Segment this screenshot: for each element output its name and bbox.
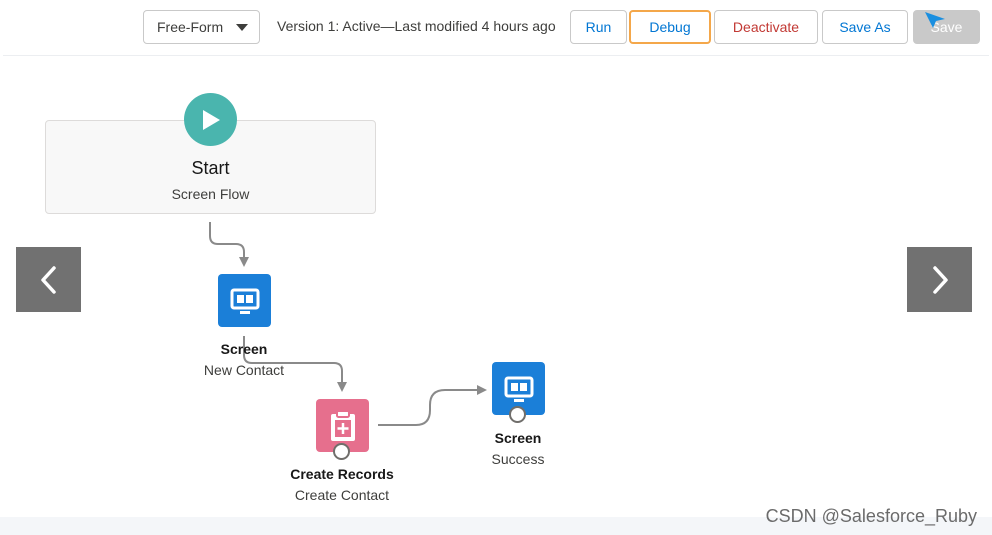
node-type-label: Screen xyxy=(220,341,268,357)
screen-icon xyxy=(504,376,533,402)
previous-button[interactable] xyxy=(16,247,81,312)
toolbar: Free-Form Version 1: Active—Last modifie… xyxy=(0,0,992,52)
play-icon xyxy=(202,109,220,130)
caret-down-icon xyxy=(236,24,248,31)
node-name-label: Create Contact xyxy=(294,487,390,503)
node-type-label: Create Records xyxy=(290,466,394,482)
node-type-label: Screen xyxy=(494,430,542,446)
chevron-left-icon xyxy=(40,265,56,294)
start-subtitle: Screen Flow xyxy=(171,186,250,202)
start-title: Start xyxy=(191,158,230,178)
deactivate-button[interactable]: Deactivate xyxy=(714,10,818,44)
node-name-label: Success xyxy=(491,451,545,467)
run-button[interactable]: Run xyxy=(570,10,627,44)
node-name-label: New Contact xyxy=(203,362,285,378)
watermark-text: CSDN @Salesforce_Ruby xyxy=(765,506,977,526)
version-status: Version 1: Active—Last modified 4 hours … xyxy=(277,18,556,34)
save-button[interactable]: Save xyxy=(913,10,980,44)
next-button[interactable] xyxy=(907,247,972,312)
layout-select-value: Free-Form xyxy=(157,19,224,35)
chevron-right-icon xyxy=(932,265,948,294)
debug-button[interactable]: Debug xyxy=(629,10,711,44)
screen-node-new-contact[interactable] xyxy=(218,274,271,327)
save-as-button[interactable]: Save As xyxy=(822,10,908,44)
connector-handle-icon[interactable] xyxy=(509,406,526,423)
start-node[interactable] xyxy=(184,93,237,146)
create-records-icon xyxy=(330,409,355,441)
connector-handle-icon[interactable] xyxy=(333,443,350,460)
layout-select[interactable]: Free-Form xyxy=(143,10,260,44)
screen-icon xyxy=(230,288,259,314)
